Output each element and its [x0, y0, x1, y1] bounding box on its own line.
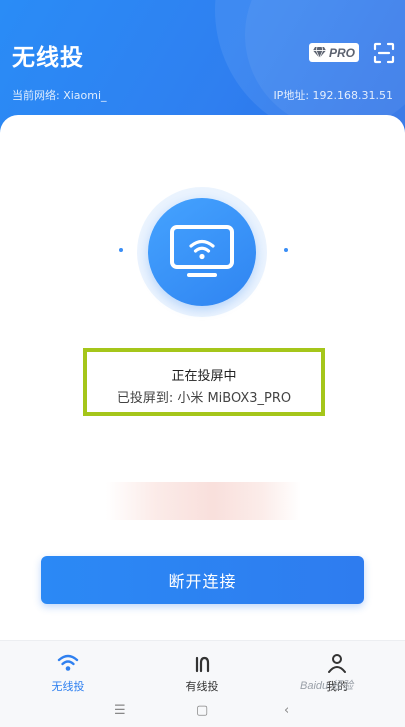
person-icon: [328, 654, 346, 673]
current-network: 当前网络: Xiaomi_: [12, 89, 107, 102]
watermark: Baidu 经验: [300, 680, 354, 692]
blurred-ad-area: [106, 482, 301, 520]
nav-label-wired: 有线投: [185, 680, 219, 693]
cast-circle: [148, 198, 256, 306]
nav-item-wired[interactable]: 有线投: [162, 641, 242, 698]
cast-illustration: [0, 115, 405, 375]
tv-cast-icon: [170, 225, 234, 277]
home-icon[interactable]: ▢: [196, 703, 208, 718]
diamond-icon: [312, 47, 326, 58]
pulse-dot: [119, 248, 123, 252]
nav-label-wireless: 无线投: [51, 680, 85, 693]
pro-label: PRO: [328, 45, 355, 60]
pro-badge[interactable]: PRO: [309, 43, 359, 62]
main-card: 正在投屏中 已投屏到: 小米 MiBOX3_PRO 断开连接: [0, 115, 405, 640]
cast-status-title: 正在投屏中: [171, 369, 237, 384]
back-icon[interactable]: ‹: [284, 703, 289, 718]
nav-item-wireless[interactable]: 无线投: [28, 641, 108, 698]
system-nav-bar: ☰ ▢ ‹: [0, 697, 405, 727]
pulse-dot: [284, 248, 288, 252]
cast-target-device: 已投屏到: 小米 MiBOX3_PRO: [116, 391, 292, 406]
app-title: 无线投: [12, 45, 84, 71]
cable-icon: [195, 656, 210, 673]
scan-icon[interactable]: [373, 42, 395, 64]
disconnect-button[interactable]: 断开连接: [41, 556, 364, 604]
menu-icon[interactable]: ☰: [114, 703, 126, 718]
cast-status-box: 正在投屏中 已投屏到: 小米 MiBOX3_PRO: [83, 348, 325, 416]
wifi-icon: [57, 654, 79, 671]
ip-address: IP地址: 192.168.31.51: [273, 89, 393, 102]
